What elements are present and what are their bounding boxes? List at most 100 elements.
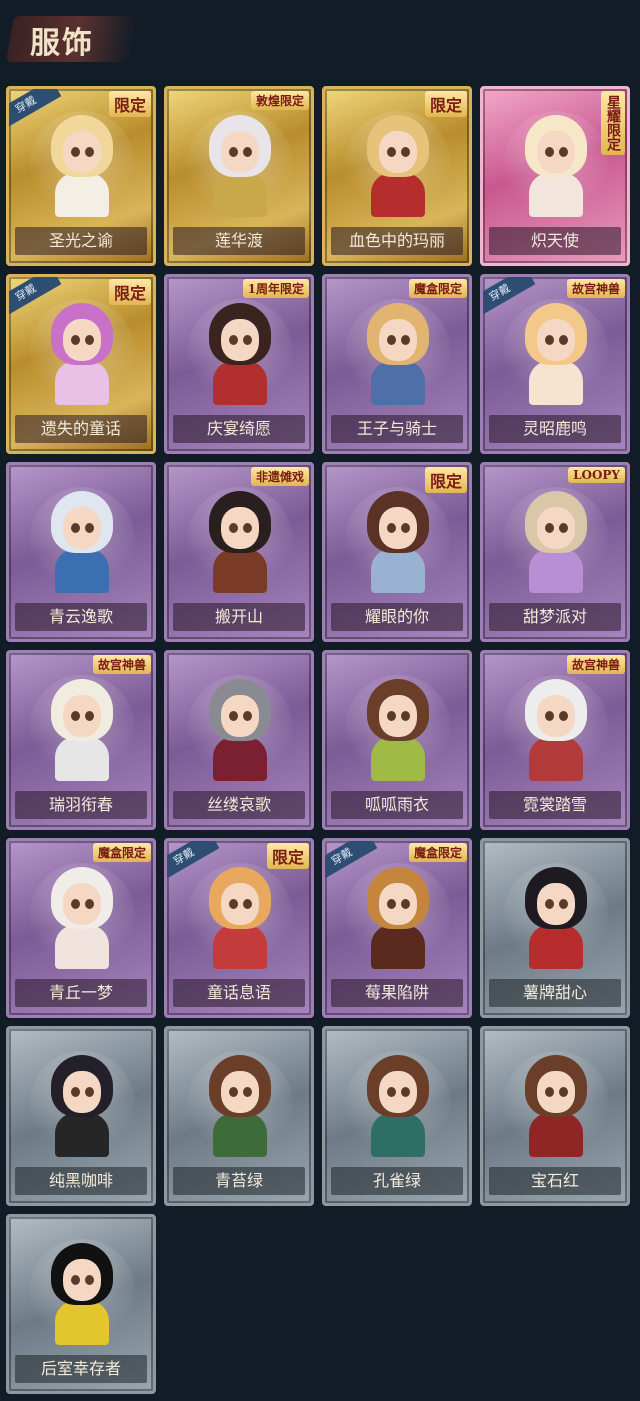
character-portrait bbox=[367, 491, 429, 593]
portrait-face bbox=[63, 1071, 101, 1113]
portrait-face bbox=[221, 507, 259, 549]
portrait-eye bbox=[229, 147, 238, 157]
portrait-eye bbox=[85, 147, 94, 157]
portrait-eye bbox=[71, 147, 80, 157]
portrait-eye bbox=[545, 335, 554, 345]
costume-card[interactable]: 故宫神兽 瑞羽衔春 bbox=[6, 650, 156, 830]
portrait-outfit bbox=[55, 1301, 109, 1345]
limited-badge: 故宫神兽 bbox=[566, 279, 625, 298]
portrait-face bbox=[537, 507, 575, 549]
costume-name: 甜梦派对 bbox=[489, 603, 621, 631]
costume-name: 莓果陷阱 bbox=[331, 979, 463, 1007]
limited-badge: 限定 bbox=[108, 91, 151, 117]
portrait-face bbox=[379, 131, 417, 173]
portrait-outfit bbox=[55, 549, 109, 593]
costume-name: 丝缕哀歌 bbox=[173, 791, 305, 819]
portrait-face bbox=[537, 883, 575, 925]
character-portrait bbox=[367, 115, 429, 217]
portrait-eye bbox=[545, 1087, 554, 1097]
limited-badge: 限定 bbox=[108, 279, 151, 305]
costume-name: 宝石红 bbox=[489, 1167, 621, 1195]
costume-card[interactable]: 丝缕哀歌 bbox=[164, 650, 314, 830]
portrait-outfit bbox=[55, 361, 109, 405]
costume-card[interactable]: 纯黑咖啡 bbox=[6, 1026, 156, 1206]
portrait-face bbox=[537, 1071, 575, 1113]
portrait-outfit bbox=[371, 361, 425, 405]
portrait-outfit bbox=[55, 925, 109, 969]
costume-name: 灵昭鹿鸣 bbox=[489, 415, 621, 443]
costume-card[interactable]: 魔盒限定 王子与骑士 bbox=[322, 274, 472, 454]
costume-card[interactable]: 后室幸存者 bbox=[6, 1214, 156, 1394]
character-portrait bbox=[51, 1243, 113, 1345]
character-portrait bbox=[51, 303, 113, 405]
portrait-outfit bbox=[529, 925, 583, 969]
portrait-eye bbox=[559, 711, 568, 721]
costume-name: 王子与骑士 bbox=[331, 415, 463, 443]
portrait-outfit bbox=[213, 549, 267, 593]
costume-card[interactable]: 呱呱雨衣 bbox=[322, 650, 472, 830]
limited-badge: 非遗傩戏 bbox=[250, 467, 309, 486]
costume-name: 青丘一梦 bbox=[15, 979, 147, 1007]
portrait-eye bbox=[559, 335, 568, 345]
costume-card[interactable]: 穿戴 限定 圣光之谕 bbox=[6, 86, 156, 266]
costume-card[interactable]: 穿戴 魔盒限定 莓果陷阱 bbox=[322, 838, 472, 1018]
limited-badge: 魔盒限定 bbox=[92, 843, 151, 862]
costume-card[interactable]: 穿戴 限定 童话息语 bbox=[164, 838, 314, 1018]
portrait-eye bbox=[229, 1087, 238, 1097]
portrait-eye bbox=[545, 147, 554, 157]
costume-card[interactable]: 穿戴 故宫神兽 灵昭鹿鸣 bbox=[480, 274, 630, 454]
portrait-eye bbox=[243, 523, 252, 533]
character-portrait bbox=[367, 1055, 429, 1157]
portrait-eye bbox=[71, 899, 80, 909]
portrait-outfit bbox=[55, 173, 109, 217]
portrait-eye bbox=[387, 335, 396, 345]
costume-name: 纯黑咖啡 bbox=[15, 1167, 147, 1195]
costume-card[interactable]: 限定 血色中的玛丽 bbox=[322, 86, 472, 266]
limited-badge: 限定 bbox=[424, 91, 467, 117]
costume-card[interactable]: 孔雀绿 bbox=[322, 1026, 472, 1206]
costume-name: 炽天使 bbox=[489, 227, 621, 255]
costume-card[interactable]: 故宫神兽 霓裳踏雪 bbox=[480, 650, 630, 830]
costume-card[interactable]: 非遗傩戏 搬开山 bbox=[164, 462, 314, 642]
limited-badge: LOOPY bbox=[568, 467, 625, 483]
portrait-face bbox=[221, 131, 259, 173]
portrait-face bbox=[63, 131, 101, 173]
character-portrait bbox=[525, 115, 587, 217]
character-portrait bbox=[209, 1055, 271, 1157]
costume-card[interactable]: 星耀限定 炽天使 bbox=[480, 86, 630, 266]
character-portrait bbox=[209, 679, 271, 781]
costume-card[interactable]: 青云逸歌 bbox=[6, 462, 156, 642]
portrait-eye bbox=[559, 899, 568, 909]
costume-card[interactable]: 薯牌甜心 bbox=[480, 838, 630, 1018]
character-portrait bbox=[209, 491, 271, 593]
portrait-face bbox=[379, 319, 417, 361]
portrait-eye bbox=[401, 147, 410, 157]
portrait-outfit bbox=[213, 1113, 267, 1157]
portrait-eye bbox=[243, 899, 252, 909]
limited-badge: 限定 bbox=[424, 467, 467, 493]
costume-card[interactable]: 1周年限定 庆宴绮愿 bbox=[164, 274, 314, 454]
portrait-face bbox=[537, 319, 575, 361]
character-portrait bbox=[209, 867, 271, 969]
costume-name: 童话息语 bbox=[173, 979, 305, 1007]
costume-card[interactable]: 魔盒限定青丘一梦 bbox=[6, 838, 156, 1018]
costume-card[interactable]: 敦煌限定 莲华渡 bbox=[164, 86, 314, 266]
costume-card[interactable]: 穿戴 限定 遗失的童话 bbox=[6, 274, 156, 454]
costume-card[interactable]: LOOPY 甜梦派对 bbox=[480, 462, 630, 642]
portrait-eye bbox=[401, 1087, 410, 1097]
portrait-eye bbox=[387, 523, 396, 533]
portrait-eye bbox=[559, 523, 568, 533]
portrait-eye bbox=[545, 899, 554, 909]
portrait-outfit bbox=[529, 173, 583, 217]
costume-card[interactable]: 限定 耀眼的你 bbox=[322, 462, 472, 642]
portrait-eye bbox=[401, 335, 410, 345]
portrait-outfit bbox=[371, 173, 425, 217]
portrait-face bbox=[537, 131, 575, 173]
portrait-face bbox=[63, 1259, 101, 1301]
portrait-face bbox=[537, 695, 575, 737]
character-portrait bbox=[525, 867, 587, 969]
limited-badge: 限定 bbox=[266, 843, 309, 869]
character-portrait bbox=[525, 1055, 587, 1157]
costume-card[interactable]: 青苔绿 bbox=[164, 1026, 314, 1206]
costume-card[interactable]: 宝石红 bbox=[480, 1026, 630, 1206]
